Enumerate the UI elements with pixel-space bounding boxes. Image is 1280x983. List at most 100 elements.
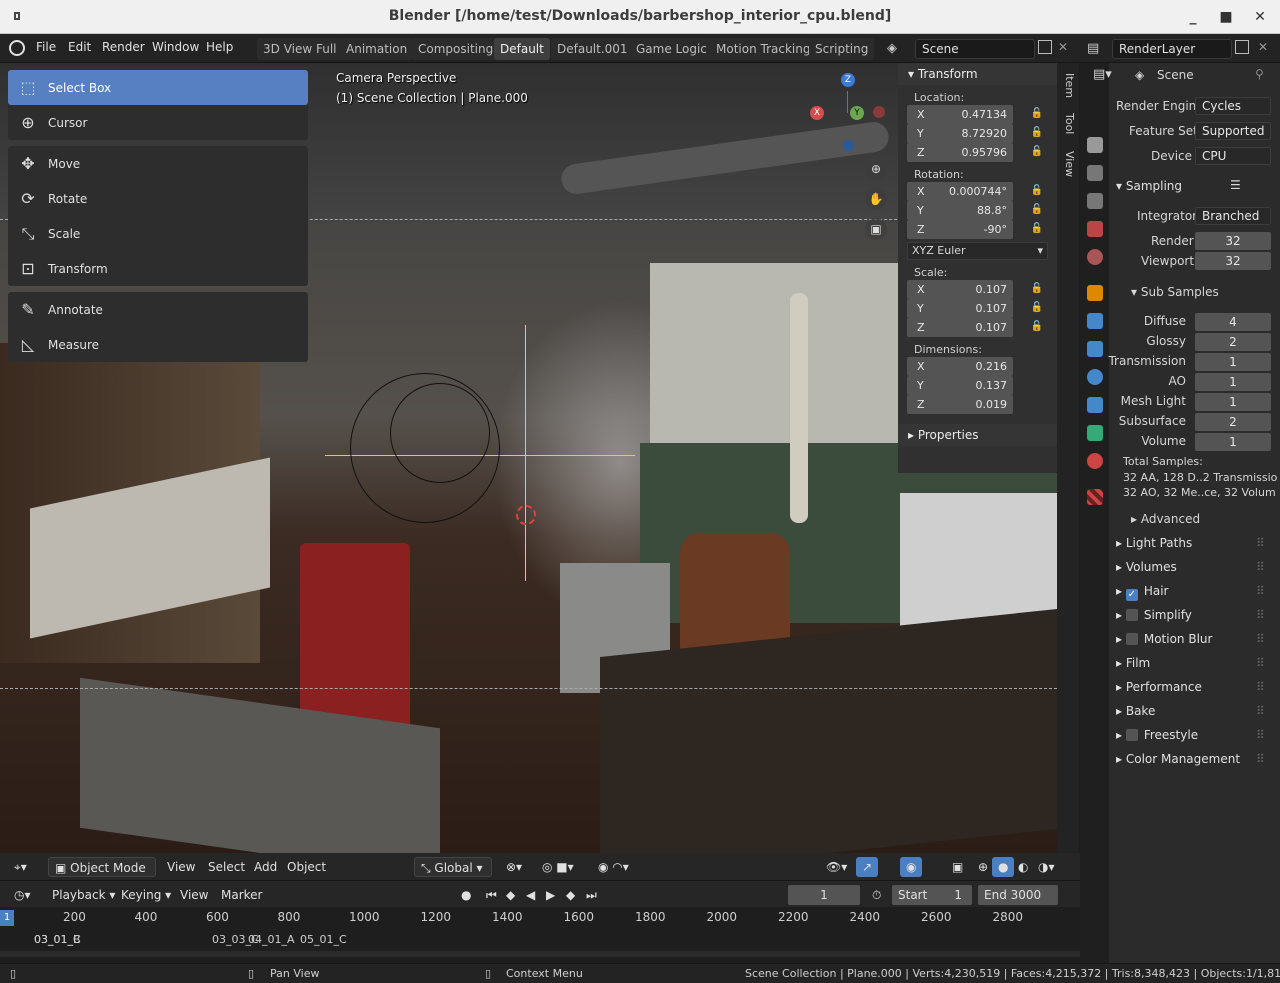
menu-render[interactable]: Render	[102, 40, 145, 54]
lock-icon[interactable]: 🔓	[1031, 146, 1043, 157]
tool-measure[interactable]: ◺ Measure	[8, 327, 308, 362]
view-layer-icon[interactable]	[1087, 193, 1103, 209]
integrator-dropdown[interactable]: Branched ..	[1195, 207, 1271, 239]
timeline-marker[interactable]: 03_01_B	[34, 933, 81, 946]
menu-edit[interactable]: Edit	[68, 40, 91, 54]
section-light-paths[interactable]: ▸ Light Paths ⠿	[1116, 536, 1265, 550]
dimensions-z-field[interactable]: Z 0.019	[907, 395, 1013, 414]
gizmo-neg-z[interactable]	[843, 140, 854, 151]
menu-view[interactable]: View	[161, 857, 201, 877]
snap-icon[interactable]: ◎ ■▾	[536, 857, 580, 877]
view-layer-icon[interactable]: ▤	[1087, 41, 1099, 56]
tool-cursor[interactable]: ⊕ Cursor	[8, 105, 308, 140]
lock-icon[interactable]: 🔓	[1031, 283, 1043, 294]
subsample-field[interactable]: 1	[1195, 373, 1271, 391]
tool-select-box[interactable]: ⬚ Select Box	[8, 70, 308, 105]
timeline-marker[interactable]: 04_01_A	[248, 933, 295, 946]
overlay-toggle-icon[interactable]: ◉	[900, 857, 923, 877]
visibility-icon[interactable]: 👁▾	[820, 857, 853, 877]
gizmo-neg-x[interactable]	[873, 106, 885, 118]
physics-icon[interactable]	[1087, 369, 1103, 385]
minimize-button[interactable]: _	[1182, 6, 1204, 28]
drag-handle-icon[interactable]: ⠿	[1256, 536, 1265, 550]
drag-handle-icon[interactable]: ⠿	[1256, 632, 1265, 646]
scene-selector[interactable]: Scene	[915, 39, 1035, 59]
gizmo-x[interactable]: X	[810, 106, 824, 120]
pan-hand-icon[interactable]: ✋	[865, 188, 887, 210]
rotation-y-field[interactable]: Y 88.8° 🔓	[907, 201, 1043, 220]
location-y-field[interactable]: Y 8.72920 🔓	[907, 124, 1043, 143]
sub-samples-header[interactable]: ▾ Sub Samples	[1131, 285, 1219, 299]
mode-dropdown[interactable]: ▣ Object Mode ▾	[48, 857, 156, 895]
end-frame-field[interactable]: End 3000	[978, 885, 1058, 905]
tab-default-001[interactable]: Default.001	[551, 38, 634, 60]
next-keyframe-icon[interactable]: ◆	[560, 885, 581, 905]
close-button[interactable]: ✕	[1249, 6, 1271, 28]
texture-icon[interactable]	[1087, 489, 1103, 505]
pivot-icon[interactable]: ⊗▾	[500, 857, 528, 877]
tool-annotate[interactable]: ✎ Annotate	[8, 292, 308, 327]
menu-add[interactable]: Add	[248, 857, 283, 877]
tool-move[interactable]: ✥ Move	[8, 146, 308, 181]
material-icon[interactable]	[1087, 453, 1103, 469]
shading-rendered-icon[interactable]: ◑▾	[1032, 857, 1061, 877]
gizmo-z[interactable]: Z	[841, 73, 855, 87]
remove-view-layer-icon[interactable]: ✕	[1258, 40, 1268, 54]
section-hair[interactable]: ▸ ✓ Hair ⠿	[1116, 584, 1265, 601]
new-view-layer-icon[interactable]	[1235, 40, 1249, 54]
location-x-field[interactable]: X 0.47134 🔓	[907, 105, 1043, 124]
scale-z-field[interactable]: Z 0.107 🔓	[907, 318, 1043, 337]
tool-rotate[interactable]: ⟳ Rotate	[8, 181, 308, 216]
section-performance[interactable]: ▸ Performance ⠿	[1116, 680, 1265, 694]
modifier-icon[interactable]	[1087, 313, 1103, 329]
subsample-field[interactable]: 1	[1195, 433, 1271, 451]
tab-default[interactable]: Default	[494, 38, 550, 60]
tool-scale[interactable]: ⤡ Scale	[8, 216, 308, 251]
subsample-field[interactable]: 1	[1195, 393, 1271, 411]
view-layer-selector[interactable]: RenderLayer	[1112, 39, 1232, 59]
tool-transform[interactable]: ⊡ Transform	[8, 251, 308, 286]
viewport-samples-field[interactable]: 32	[1195, 252, 1271, 270]
record-icon[interactable]: ●	[455, 885, 477, 905]
lock-icon[interactable]: 🔓	[1031, 321, 1043, 332]
render-icon[interactable]	[1087, 137, 1103, 153]
lock-icon[interactable]: 🔓	[1031, 127, 1043, 138]
drag-handle-icon[interactable]: ⠿	[1256, 560, 1265, 574]
tab-tool[interactable]: Tool	[1060, 113, 1076, 134]
tab-motion-tracking[interactable]: Motion Tracking	[710, 38, 817, 60]
properties-header[interactable]: ▸ Properties	[898, 424, 1057, 446]
tab-animation[interactable]: Animation	[340, 38, 414, 60]
jump-end-icon[interactable]: ⏭	[580, 885, 603, 905]
timeline-editor-type-icon[interactable]: ◷▾	[8, 885, 37, 905]
remove-scene-icon[interactable]: ✕	[1058, 40, 1068, 54]
menu-marker[interactable]: Marker	[215, 885, 268, 905]
section-checkbox[interactable]	[1125, 729, 1138, 741]
dimensions-y-field[interactable]: Y 0.137	[907, 376, 1013, 395]
gizmo-toggle-icon[interactable]: ↗	[856, 857, 879, 877]
section-film[interactable]: ▸ Film ⠿	[1116, 656, 1265, 670]
timeline-marker[interactable]: 05_01_C	[300, 933, 347, 946]
subsample-field[interactable]: 1	[1195, 353, 1271, 371]
orientation-dropdown[interactable]: ⤡ Global ▾	[414, 857, 492, 877]
scale-x-field[interactable]: X 0.107 🔓	[907, 280, 1043, 299]
menu-playback[interactable]: Playback ▾	[46, 885, 121, 905]
properties-editor-type-icon[interactable]: ▤▾	[1093, 67, 1112, 82]
section-checkbox[interactable]: ✓	[1125, 589, 1138, 601]
menu-keying[interactable]: Keying ▾	[115, 885, 177, 905]
feature-set-dropdown[interactable]: Supported	[1195, 122, 1271, 140]
rotation-mode-dropdown[interactable]: XYZ Euler ▾	[907, 242, 1048, 260]
tab-scripting[interactable]: Scripting	[809, 38, 875, 60]
lock-icon[interactable]: 🔓	[1031, 223, 1043, 234]
scene-browse-icon[interactable]: ◈	[887, 41, 897, 56]
frame-indicator[interactable]: 1	[0, 910, 14, 926]
drag-handle-icon[interactable]: ⠿	[1256, 704, 1265, 718]
output-icon[interactable]	[1087, 165, 1103, 181]
constraints-icon[interactable]	[1087, 397, 1103, 413]
drag-handle-icon[interactable]: ⠿	[1256, 680, 1265, 694]
proportional-edit-icon[interactable]: ◉ ◠▾	[592, 857, 635, 877]
data-icon[interactable]	[1087, 425, 1103, 441]
new-scene-icon[interactable]	[1038, 40, 1052, 54]
menu-select[interactable]: Select	[202, 857, 251, 877]
play-icon[interactable]: ▶	[540, 885, 561, 905]
tab-game-logic[interactable]: Game Logic	[630, 38, 713, 60]
